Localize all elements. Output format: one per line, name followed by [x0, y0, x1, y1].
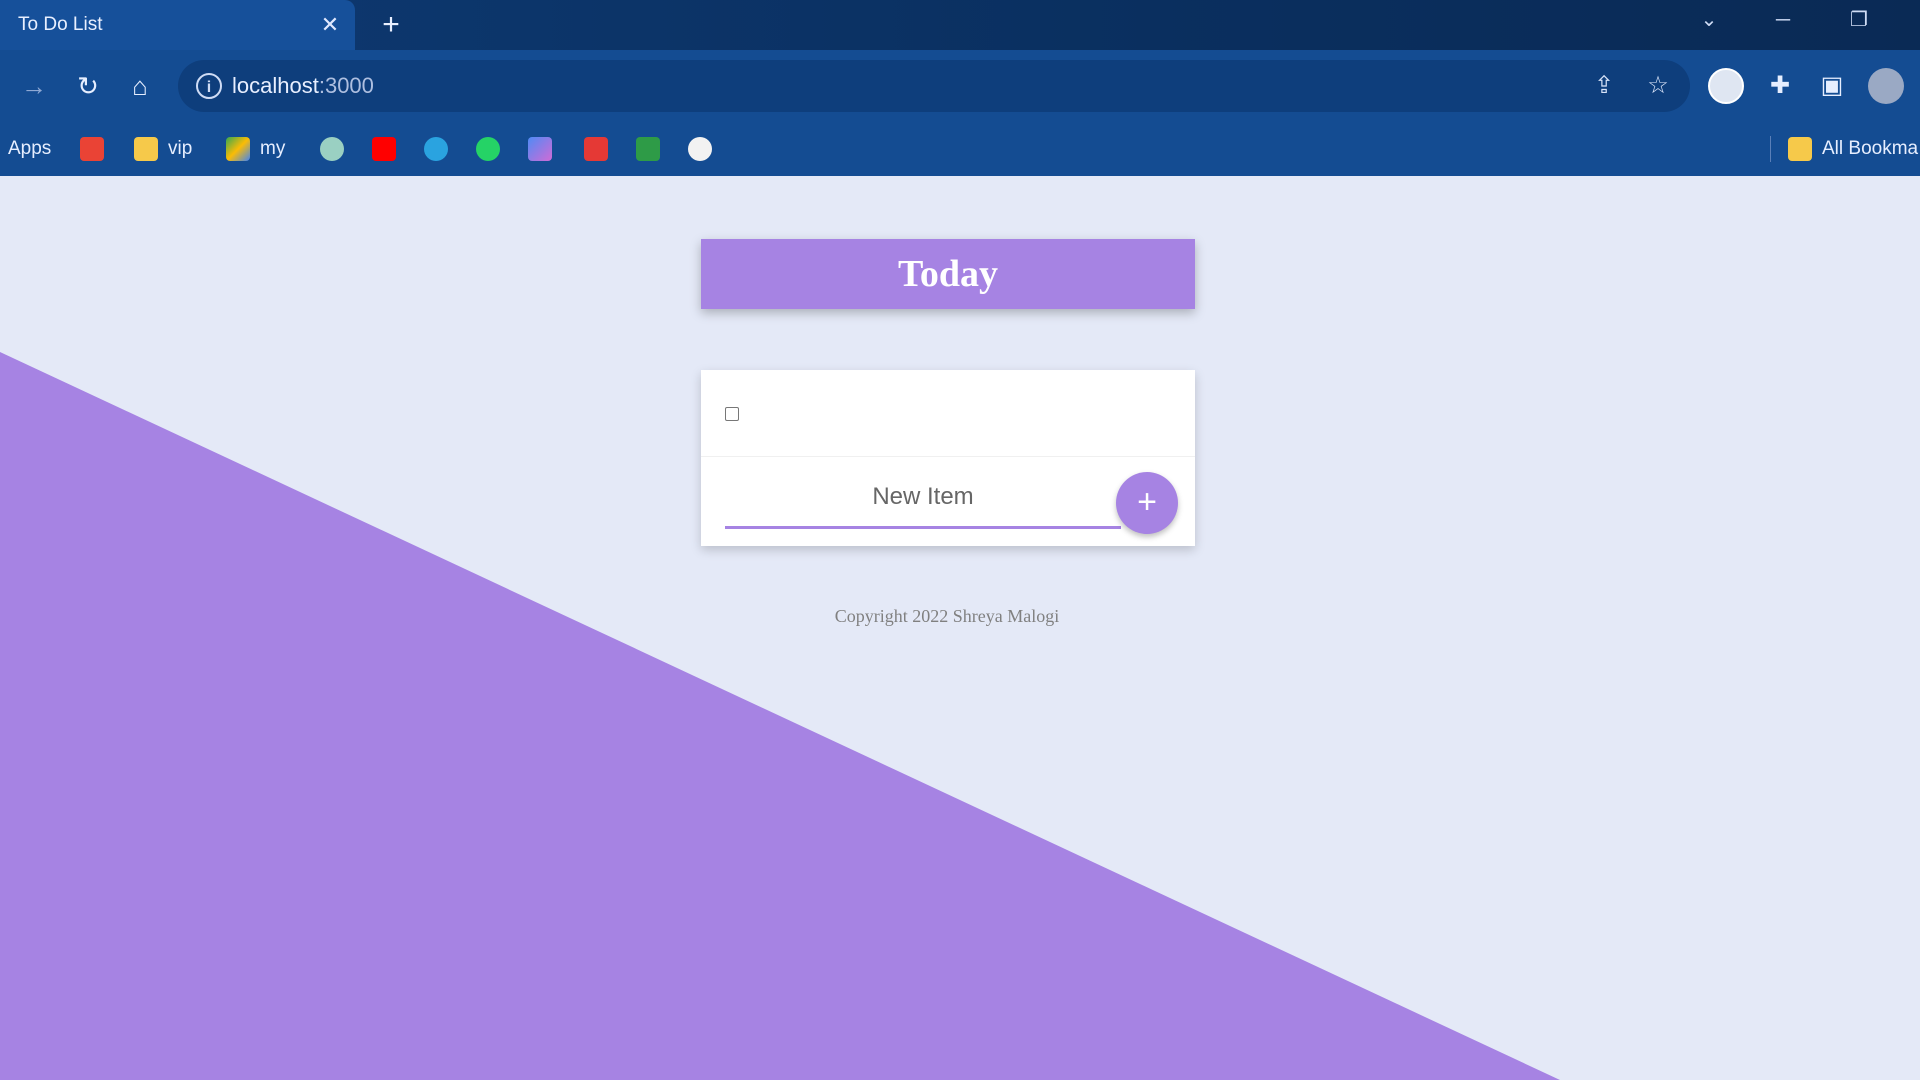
new-tab-button[interactable]: + — [372, 6, 410, 44]
add-item-button[interactable]: + — [1116, 472, 1178, 534]
bookmark-all-label: All Bookma — [1822, 138, 1919, 159]
diagonal-background — [0, 352, 1560, 1080]
restore-icon[interactable]: ❐ — [1836, 0, 1882, 40]
extension-avatar-icon[interactable] — [1708, 68, 1744, 104]
bookmarks-bar: Apps vip my All Bookma — [0, 122, 1920, 176]
bookmark-vip[interactable]: vip — [134, 122, 192, 176]
tab-search-icon[interactable]: ⌄ — [1686, 0, 1732, 40]
heading-box: Today — [701, 239, 1195, 309]
page-title: Today — [898, 253, 998, 295]
profile-avatar[interactable] — [1868, 68, 1904, 104]
bookmark-all-bookmarks[interactable]: All Bookma — [1788, 122, 1918, 176]
github-icon[interactable] — [688, 122, 722, 176]
red-bookmark-icon[interactable] — [584, 122, 618, 176]
sheets-plus-icon[interactable] — [636, 122, 670, 176]
tab-strip: To Do List ✕ + ⌄ ─ ❐ — [0, 0, 1920, 50]
whatsapp-icon[interactable] — [476, 122, 510, 176]
url-text[interactable]: localhost:3000 — [232, 60, 374, 112]
tab-title: To Do List — [18, 14, 103, 35]
list-item — [701, 370, 1195, 457]
browser-toolbar: → ↻ ⌂ i localhost:3000 ⇪ ☆ ✚ ▣ — [0, 50, 1920, 122]
gmail-icon[interactable] — [80, 122, 114, 176]
extensions-puzzle-icon[interactable]: ✚ — [1760, 66, 1800, 106]
address-bar[interactable]: i localhost:3000 ⇪ ☆ — [178, 60, 1690, 112]
bookmark-apps[interactable]: Apps — [8, 122, 51, 176]
side-panel-icon[interactable]: ▣ — [1812, 66, 1852, 106]
browser-tab[interactable]: To Do List ✕ — [0, 0, 355, 50]
url-host: localhost — [232, 73, 319, 98]
bookmarks-separator — [1770, 136, 1771, 162]
url-port: :3000 — [318, 73, 374, 98]
bookmark-my[interactable]: my — [226, 122, 285, 176]
bookmark-my-label: my — [260, 138, 286, 159]
folder-icon — [134, 137, 158, 161]
drive-icon — [226, 137, 250, 161]
bookmark-star-icon[interactable]: ☆ — [1642, 70, 1674, 102]
forward-icon[interactable]: → — [14, 66, 54, 106]
item-checkbox[interactable] — [725, 407, 739, 421]
bookmark-apps-label: Apps — [8, 138, 52, 159]
chatgpt-icon[interactable] — [320, 122, 354, 176]
page-content: Today + Copyright 2022 Shreya Malogi — [0, 176, 1920, 1080]
home-icon[interactable]: ⌂ — [120, 66, 160, 106]
copyright-footer: Copyright 2022 Shreya Malogi — [834, 606, 1060, 626]
bookmark-vip-label: vip — [168, 138, 193, 159]
minimize-icon[interactable]: ─ — [1760, 0, 1806, 40]
site-info-icon[interactable]: i — [196, 73, 222, 99]
gemini-icon[interactable] — [528, 122, 562, 176]
youtube-icon[interactable] — [372, 122, 406, 176]
todo-card: + — [701, 370, 1195, 546]
telegram-icon[interactable] — [424, 122, 458, 176]
reload-icon[interactable]: ↻ — [68, 66, 108, 106]
tab-close-icon[interactable]: ✕ — [315, 12, 345, 38]
new-item-input[interactable] — [725, 468, 1121, 529]
folder-icon — [1788, 137, 1812, 161]
share-icon[interactable]: ⇪ — [1588, 70, 1620, 102]
